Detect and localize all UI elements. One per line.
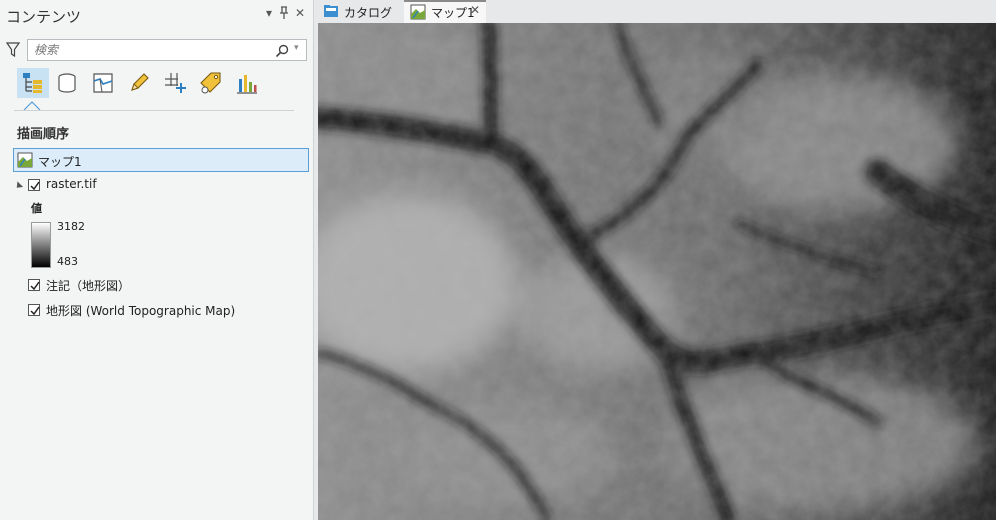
search-options-icon[interactable]: ▾ (294, 43, 299, 53)
tab-map1-label: マップ1 (431, 6, 475, 20)
charts-button[interactable] (231, 68, 263, 98)
annotation-layer-name[interactable]: 注記（地形図） (46, 277, 130, 294)
contents-pane-header: コンテンツ ▾ ✕ (0, 0, 313, 30)
legend-field-label: 値 (31, 202, 42, 215)
check-icon (30, 306, 40, 316)
pane-menu-icon[interactable]: ▾ (262, 6, 276, 20)
tab-catalog-label: カタログ (344, 6, 393, 20)
editing-button[interactable] (123, 68, 155, 98)
snapping-icon (165, 73, 186, 93)
catalog-icon (323, 4, 339, 18)
chart-icon (237, 75, 257, 94)
legend-low-value: 483 (57, 255, 78, 268)
map-canvas[interactable] (318, 23, 996, 520)
search-icon[interactable] (274, 43, 290, 59)
contents-pane: コンテンツ ▾ ✕ ▾ (0, 0, 314, 520)
label-tag-icon (200, 72, 221, 94)
tab-map1[interactable]: マップ1 ✕ (404, 0, 486, 23)
annotation-layer-checkbox[interactable] (28, 279, 40, 291)
labeling-button[interactable] (195, 68, 227, 98)
selection-button[interactable] (87, 68, 119, 98)
toolbar-divider (14, 110, 294, 111)
tree-item-map[interactable]: マップ1 (13, 148, 309, 172)
active-tab-caret-icon (23, 101, 41, 110)
drawing-order-icon (23, 73, 42, 93)
drawing-order-button[interactable] (17, 68, 49, 98)
legend-high-value: 3182 (57, 220, 85, 233)
selection-icon (93, 73, 113, 93)
snapping-button[interactable] (159, 68, 191, 98)
map-name: マップ1 (38, 155, 82, 169)
raster-layer-checkbox[interactable] (28, 179, 40, 191)
search-box[interactable]: ▾ (27, 39, 307, 61)
basemap-layer-name[interactable]: 地形図 (World Topographic Map) (46, 302, 235, 319)
pin-icon[interactable] (277, 6, 291, 23)
pencil-icon (131, 73, 149, 91)
document-area: カタログ マップ1 ✕ (315, 0, 996, 520)
basemap-layer-checkbox[interactable] (28, 304, 40, 316)
close-icon[interactable]: ✕ (293, 6, 307, 20)
map-icon (410, 4, 426, 20)
map-icon (17, 152, 33, 168)
raster-layer-name[interactable]: raster.tif (46, 177, 97, 191)
tab-catalog[interactable]: カタログ (319, 0, 397, 23)
layer-expand-arrow-icon[interactable] (13, 181, 24, 191)
data-source-button[interactable] (51, 68, 83, 98)
filter-icon[interactable] (5, 42, 21, 58)
check-icon (30, 181, 40, 191)
check-icon (30, 281, 40, 291)
tab-close-icon[interactable]: ✕ (470, 3, 480, 17)
legend-color-ramp (31, 222, 51, 268)
drawing-order-heading: 描画順序 (17, 127, 70, 142)
tab-bar: カタログ マップ1 ✕ (315, 0, 996, 23)
elevation-raster (318, 23, 996, 520)
pane-title: コンテンツ (6, 8, 82, 26)
data-source-icon (58, 73, 76, 93)
search-input[interactable] (34, 42, 264, 58)
